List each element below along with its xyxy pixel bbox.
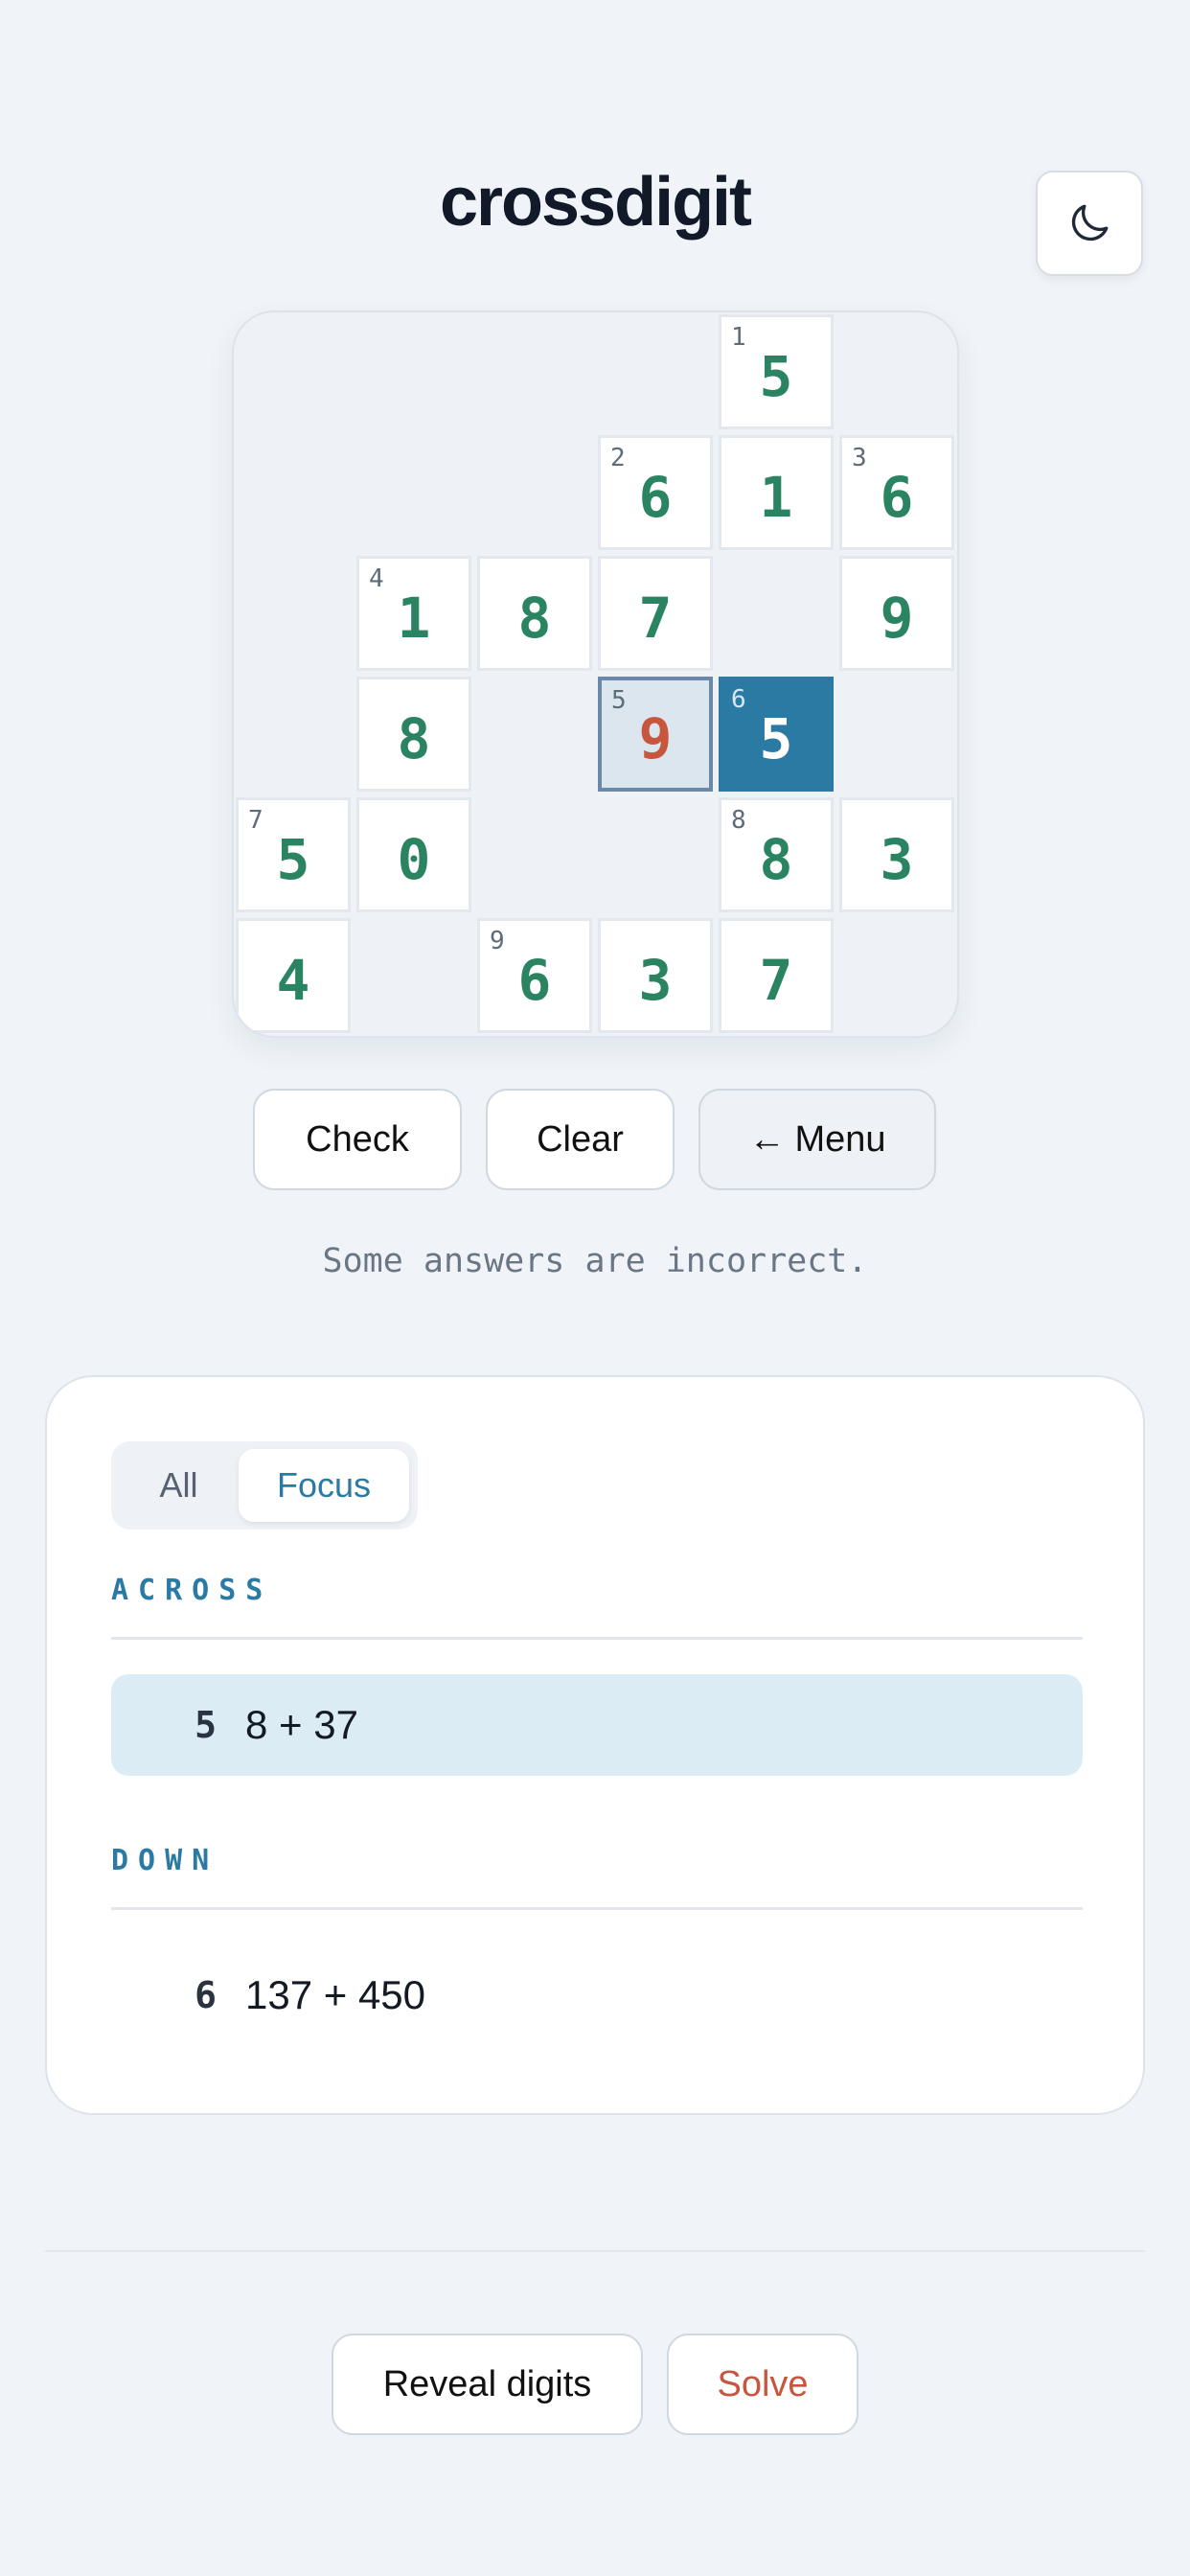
cell-clue-number: 5: [611, 686, 627, 715]
clear-button-label: Clear: [537, 1118, 624, 1160]
tab-all[interactable]: All: [119, 1449, 239, 1522]
grid-cell[interactable]: 8: [477, 556, 592, 671]
cell-digit: 8: [397, 706, 431, 771]
clear-button[interactable]: Clear: [486, 1089, 675, 1190]
clue-view-toggle: All Focus: [111, 1441, 418, 1530]
cell-digit: 5: [759, 344, 793, 409]
cell-digit: 5: [759, 706, 793, 771]
grid-cell[interactable]: 7: [598, 556, 713, 671]
status-message: Some answers are incorrect.: [322, 1242, 868, 1280]
cell-clue-number: 6: [731, 685, 746, 714]
grid-cell[interactable]: 36: [839, 435, 954, 550]
grid-cell[interactable]: 88: [719, 797, 834, 912]
across-divider: [111, 1637, 1083, 1640]
menu-button[interactable]: ← Menu: [698, 1089, 936, 1190]
grid-cell[interactable]: 15: [719, 314, 834, 429]
cell-digit: 7: [759, 948, 793, 1013]
grid-cell[interactable]: 59: [598, 677, 713, 792]
cell-digit: 8: [759, 827, 793, 892]
cell-digit: 0: [397, 827, 431, 892]
cell-clue-number: 8: [731, 806, 746, 835]
check-button-label: Check: [306, 1118, 409, 1160]
grid-cell[interactable]: 65: [719, 677, 834, 792]
arrow-left-icon: ←: [748, 1118, 786, 1160]
cell-clue-number: 2: [610, 444, 626, 472]
grid-cell[interactable]: 7: [719, 918, 834, 1033]
menu-button-label: Menu: [794, 1118, 886, 1160]
grid-cell[interactable]: 1: [719, 435, 834, 550]
cell-digit: 3: [638, 948, 673, 1013]
clue-number: 6: [195, 1974, 217, 2016]
moon-icon: [1071, 204, 1109, 242]
clue-down-6[interactable]: 6 137 + 450: [111, 1944, 1083, 2046]
puzzle-board: 1526136418798596575088349637: [232, 310, 959, 1038]
clue-number: 5: [195, 1704, 217, 1746]
clue-text: 8 + 37: [245, 1702, 358, 1747]
grid-cell[interactable]: 96: [477, 918, 592, 1033]
cell-digit: 9: [880, 586, 914, 651]
grid-cell[interactable]: 3: [839, 797, 954, 912]
grid-cell[interactable]: 9: [839, 556, 954, 671]
cell-digit: 9: [638, 706, 673, 771]
grid-cell[interactable]: 4: [236, 918, 351, 1033]
cell-digit: 1: [759, 465, 793, 530]
cell-digit: 4: [276, 948, 310, 1013]
reveal-digits-label: Reveal digits: [382, 2363, 592, 2404]
grid-cell[interactable]: 75: [236, 797, 351, 912]
solve-label: Solve: [717, 2363, 809, 2404]
cell-digit: 8: [517, 586, 552, 651]
clue-text: 137 + 450: [245, 1972, 426, 2017]
cell-digit: 5: [276, 827, 310, 892]
grid-cell[interactable]: 26: [598, 435, 713, 550]
cell-clue-number: 7: [248, 806, 263, 835]
down-heading: DOWN: [111, 1844, 219, 1877]
cell-digit: 6: [880, 465, 914, 530]
cell-digit: 6: [638, 465, 673, 530]
reveal-digits-button[interactable]: Reveal digits: [332, 2334, 643, 2435]
cell-digit: 3: [880, 827, 914, 892]
app-title: crossdigit: [439, 164, 752, 241]
grid-cell[interactable]: 0: [356, 797, 471, 912]
down-divider: [111, 1907, 1083, 1910]
cell-clue-number: 1: [731, 323, 746, 352]
solve-button[interactable]: Solve: [667, 2334, 858, 2435]
theme-toggle-button[interactable]: [1036, 171, 1143, 276]
clue-across-5[interactable]: 5 8 + 37: [111, 1674, 1083, 1776]
clue-panel: All Focus ACROSS 5 8 + 37 DOWN 6 137 + 4…: [45, 1375, 1145, 2115]
cell-digit: 1: [397, 586, 431, 651]
grid-cell[interactable]: 41: [356, 556, 471, 671]
grid-cell[interactable]: 3: [598, 918, 713, 1033]
cell-digit: 7: [638, 586, 673, 651]
cell-clue-number: 9: [490, 927, 505, 955]
grid-cell[interactable]: 8: [356, 677, 471, 792]
check-button[interactable]: Check: [253, 1089, 462, 1190]
cell-digit: 6: [517, 948, 552, 1013]
cell-clue-number: 3: [852, 444, 867, 472]
tab-focus[interactable]: Focus: [239, 1449, 409, 1522]
cell-clue-number: 4: [369, 564, 384, 593]
app-page: crossdigit 1526136418798596575088349637 …: [0, 0, 1190, 2576]
across-heading: ACROSS: [111, 1574, 273, 1607]
footer-divider: [45, 2250, 1145, 2252]
